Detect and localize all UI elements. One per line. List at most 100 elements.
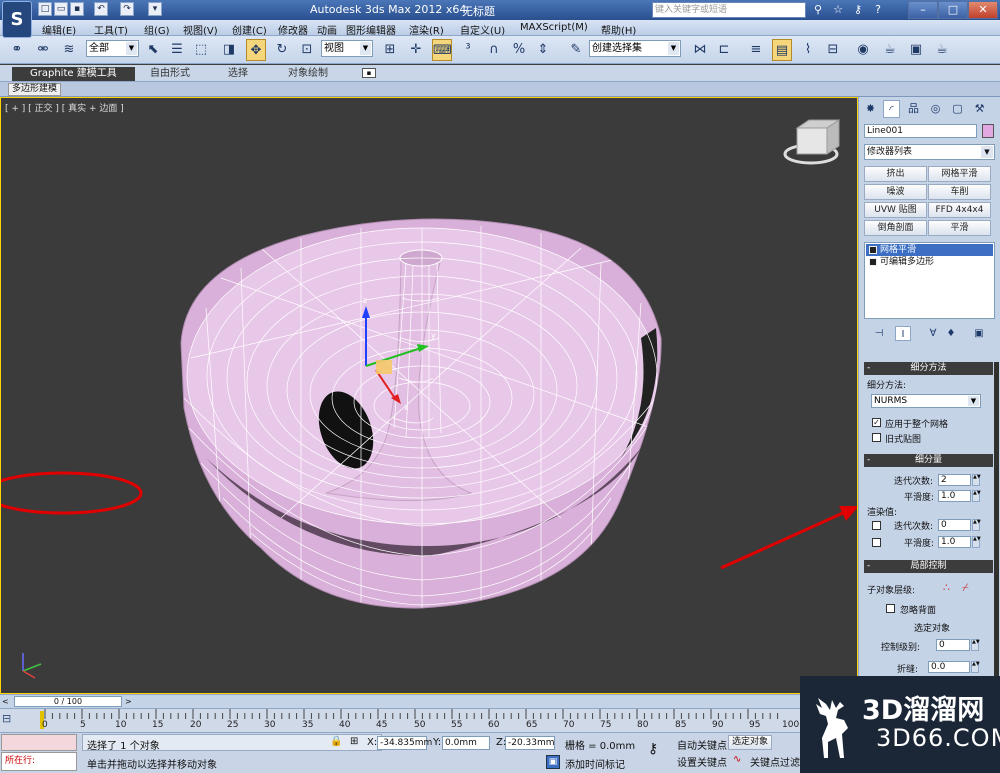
graphite-toggle-icon[interactable]: ▤ — [772, 39, 792, 61]
time-tag-icon[interactable]: ▣ — [546, 755, 560, 769]
configure-modifier-sets-icon[interactable]: ▣ — [971, 326, 987, 341]
smoothness-spinner[interactable]: 1.0 — [938, 490, 971, 502]
create-tab-icon[interactable]: ✸ — [862, 100, 879, 118]
subdivision-method-dropdown[interactable]: NURMS ▼ — [871, 394, 981, 408]
undo-icon[interactable]: ↶ — [94, 2, 108, 16]
select-and-scale-icon[interactable]: ⊡ — [297, 39, 317, 61]
mini-curve-editor-icon[interactable]: ⊟ — [2, 712, 20, 727]
redo-icon[interactable]: ↷ — [120, 2, 134, 16]
motion-tab-icon[interactable]: ◎ — [927, 100, 944, 118]
object-name-field[interactable]: Line001 — [864, 124, 977, 138]
modifier-list-dropdown[interactable]: 修改器列表 ▼ — [864, 144, 995, 160]
rollout-subdivision-method[interactable]: - 细分方法 — [864, 362, 993, 375]
time-slider-next-icon[interactable]: > — [125, 697, 132, 706]
bulb-icon[interactable] — [869, 258, 877, 266]
auto-key-button[interactable]: 自动关键点 — [677, 737, 727, 752]
help-icon[interactable]: ? — [870, 2, 886, 18]
stack-item-meshsmooth[interactable]: 网格平滑 — [866, 244, 993, 256]
time-slider[interactable]: 0 / 100 — [14, 696, 122, 707]
search-input[interactable]: 键入关键字或短语 — [652, 2, 806, 18]
crease-spinner-arrows[interactable]: ▲▼ — [971, 661, 980, 673]
maximize-button[interactable]: □ — [938, 1, 968, 19]
add-time-tag[interactable]: 添加时间标记 — [565, 756, 625, 771]
tab-object-paint[interactable]: 对象绘制 — [270, 67, 346, 81]
edge-level-icon[interactable]: ⌿ — [962, 581, 969, 595]
menu-animation[interactable]: 动画 — [317, 22, 337, 37]
rollout-subdivision-amount[interactable]: - 细分量 — [864, 454, 993, 467]
ribbon-options-icon[interactable]: ▪ — [362, 68, 376, 78]
maxscript-listener[interactable] — [1, 734, 77, 751]
render-smoothness-checkbox[interactable] — [872, 538, 881, 547]
percent-snap-icon[interactable]: % — [509, 39, 529, 61]
control-level-spinner[interactable]: 0 — [936, 639, 970, 651]
panel-scrollbar[interactable] — [994, 362, 999, 690]
bevel-profile-button[interactable]: 倒角剖面 — [864, 220, 927, 236]
layer-manager-icon[interactable]: ≡ — [746, 39, 766, 61]
render-iterations-spinner-arrows[interactable]: ▲▼ — [972, 519, 981, 531]
menu-modifiers[interactable]: 修改器 — [278, 22, 308, 37]
render-production-icon[interactable]: ☕ — [932, 39, 952, 61]
menu-maxscript[interactable]: MAXScript(M) — [520, 22, 588, 33]
curve-editor-icon[interactable]: ⌇ — [798, 39, 818, 61]
rollout-local-control[interactable]: - 局部控制 — [864, 560, 993, 573]
menu-group[interactable]: 组(G) — [144, 22, 170, 37]
set-key-icon[interactable]: ⚷ — [648, 741, 658, 757]
mirror-icon[interactable]: ⋈ — [690, 39, 710, 61]
spinner-snap-icon[interactable]: ⇕ — [533, 39, 553, 61]
render-iterations-spinner[interactable]: 0 — [938, 519, 971, 531]
crease-spinner[interactable]: 0.0 — [928, 661, 970, 673]
polygon-modeling-panel-label[interactable]: 多边形建模 — [8, 83, 62, 96]
modifier-stack[interactable]: 网格平滑 可编辑多边形 — [864, 242, 995, 319]
object-color-swatch[interactable] — [982, 124, 994, 138]
tab-graphite-modeling-tools[interactable]: Graphite 建模工具 — [12, 67, 135, 81]
extrude-button[interactable]: 挤出 — [864, 166, 927, 182]
meshsmooth-button[interactable]: 网格平滑 — [928, 166, 991, 182]
tab-selection[interactable]: 选择 — [210, 67, 266, 81]
open-file-icon[interactable]: ▭ — [54, 2, 68, 16]
snaps-toggle-icon[interactable]: ³ — [458, 39, 478, 61]
remove-modifier-icon[interactable]: ♦ — [943, 326, 959, 341]
star-icon[interactable]: ☆ — [830, 2, 846, 18]
app-logo-icon[interactable]: S — [2, 1, 32, 38]
time-slider-prev-icon[interactable]: < — [2, 697, 9, 706]
hierarchy-tab-icon[interactable]: 品 — [905, 100, 922, 118]
old-style-mapping-checkbox[interactable] — [872, 433, 881, 442]
pivot-center-icon[interactable]: ⊞ — [380, 39, 400, 61]
x-coord-field[interactable]: -34.835mm — [377, 736, 432, 750]
render-smoothness-spinner[interactable]: 1.0 — [938, 536, 971, 548]
align-icon[interactable]: ⊏ — [714, 39, 734, 61]
smoothness-spinner-arrows[interactable]: ▲▼ — [972, 490, 981, 502]
smooth-button[interactable]: 平滑 — [928, 220, 991, 236]
select-and-rotate-icon[interactable]: ↻ — [272, 39, 292, 61]
set-key-button[interactable]: 设置关键点 — [677, 754, 727, 769]
binoculars-icon[interactable]: ⚲ — [810, 2, 826, 18]
absolute-mode-icon[interactable]: ⊞ — [350, 736, 358, 747]
bulb-icon[interactable] — [869, 246, 877, 254]
key-filters-button[interactable]: 关键点过滤 — [750, 754, 800, 769]
y-coord-field[interactable]: 0.0mm — [442, 736, 490, 750]
render-iterations-checkbox[interactable] — [872, 521, 881, 530]
tab-freeform[interactable]: 自由形式 — [132, 67, 208, 81]
named-selection-dropdown[interactable]: 创建选择集 ▼ — [589, 40, 681, 57]
angle-snap-icon[interactable]: ∩ — [484, 39, 504, 61]
material-editor-icon[interactable]: ◉ — [853, 39, 873, 61]
select-and-move-icon[interactable]: ✥ — [246, 39, 266, 61]
utilities-tab-icon[interactable]: ⚒ — [971, 100, 988, 118]
selection-filter-dropdown[interactable]: 全部 ▼ — [86, 40, 139, 57]
schematic-view-icon[interactable]: ⊟ — [823, 39, 843, 61]
menu-views[interactable]: 视图(V) — [183, 22, 218, 37]
pin-stack-icon[interactable]: ⊣ — [871, 326, 887, 341]
reference-coordinate-dropdown[interactable]: 视图 ▼ — [321, 40, 373, 57]
save-icon[interactable]: ▪ — [70, 2, 84, 16]
apply-whole-mesh-checkbox[interactable]: ✓ — [872, 418, 881, 427]
vertex-level-icon[interactable]: ∴ — [943, 581, 950, 594]
make-unique-icon[interactable]: ∀ — [925, 326, 941, 341]
rectangle-selection-icon[interactable]: ⬚ — [191, 39, 211, 61]
viewport-canvas[interactable]: z y x — [1, 98, 858, 694]
menu-graph-editors[interactable]: 图形编辑器 — [346, 22, 396, 37]
menu-edit[interactable]: 编辑(E) — [42, 22, 76, 37]
key-filter-icon[interactable]: ∿ — [733, 754, 741, 765]
perspective-viewport[interactable]: z y x [ + ] [ 正交 ] [ 真实 + 边面 ] — [0, 97, 858, 694]
edit-named-selection-icon[interactable]: ✎ — [566, 39, 586, 61]
menu-create[interactable]: 创建(C) — [232, 22, 267, 37]
